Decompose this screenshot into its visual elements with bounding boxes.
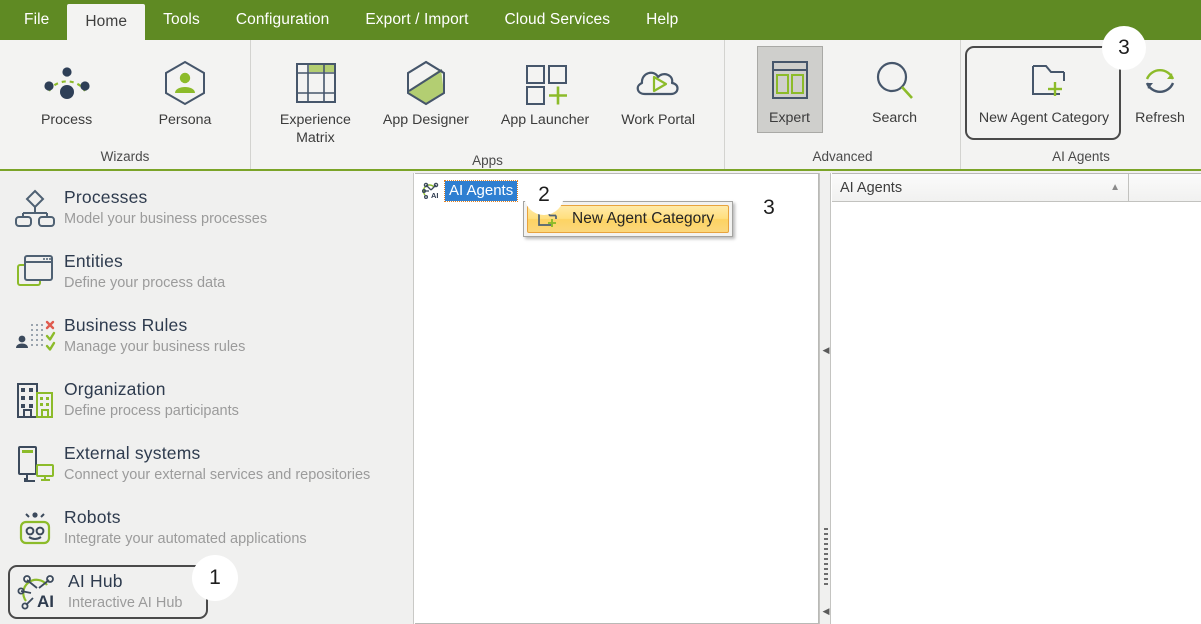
process-wizard-icon (39, 57, 95, 109)
organization-icon (12, 378, 58, 422)
sidebar-item-entities-subtitle: Define your process data (64, 274, 226, 291)
experience-matrix-icon (289, 57, 341, 109)
svg-text:AI: AI (431, 191, 439, 200)
menu-tab-file[interactable]: File (6, 0, 67, 40)
sidebar-item-processes-subtitle: Model your business processes (64, 210, 268, 227)
ribbon-group-wizards: Process Persona Wizards (0, 40, 250, 169)
ribbon-toolbar: Process Persona Wizards Experience Matri… (0, 40, 1201, 171)
application-window: File Home Tools Configuration Export / I… (0, 0, 1201, 624)
sidebar-item-ai-hub-subtitle: Interactive AI Hub (68, 595, 183, 612)
ribbon-group-apps: Experience Matrix App Designer App Launc… (250, 40, 724, 169)
grid-column-ai-agents[interactable]: AI Agents ▲ (832, 174, 1129, 201)
business-rules-icon (12, 314, 58, 358)
grid-header-row: AI Agents ▲ (832, 174, 1201, 202)
ribbon-group-label-wizards: Wizards (100, 149, 150, 164)
processes-icon (12, 186, 58, 230)
sidebar-item-ai-hub-title: AI Hub (68, 571, 123, 592)
sidebar-item-organization-title: Organization (64, 379, 166, 399)
app-designer-button[interactable]: App Designer (375, 48, 477, 135)
ribbon-group-ai-agents: New Agent Category Refresh AI Agents (960, 40, 1201, 169)
app-designer-icon (401, 57, 451, 109)
work-portal-icon (630, 57, 686, 109)
splitter-grip[interactable] (824, 528, 828, 588)
sidebar-item-external-systems[interactable]: External systems Connect your external s… (0, 437, 413, 501)
sidebar-item-external-systems-subtitle: Connect your external services and repos… (64, 466, 371, 483)
refresh-button-label: Refresh (1135, 110, 1185, 126)
grid-column-ai-agents-label: AI Agents (840, 179, 903, 196)
sidebar-item-robots-subtitle: Integrate your automated applications (64, 530, 307, 547)
menu-tab-export-import[interactable]: Export / Import (347, 0, 486, 40)
work-portal-button[interactable]: Work Portal (613, 48, 703, 135)
app-designer-button-label: App Designer (382, 112, 469, 128)
entities-icon (12, 250, 58, 294)
new-agent-category-button[interactable]: New Agent Category (969, 46, 1119, 133)
sidebar-item-external-systems-title: External systems (64, 443, 201, 463)
svg-text:AI: AI (37, 592, 54, 611)
work-portal-button-label: Work Portal (621, 112, 696, 128)
expert-button[interactable]: Expert (756, 46, 823, 133)
experience-matrix-button-label: Experience Matrix (279, 112, 351, 146)
splitter-collapse-arrow-bottom[interactable]: ◀ (821, 606, 831, 616)
process-button-label: Process (40, 112, 93, 128)
persona-icon (160, 57, 210, 109)
sort-ascending-icon: ▲ (1110, 182, 1120, 193)
expert-icon (765, 55, 815, 107)
search-button[interactable]: Search (861, 46, 929, 133)
menu-tab-help[interactable]: Help (628, 0, 696, 40)
annotation-badge-2: 2 (524, 175, 564, 215)
menu-tab-cloud-services[interactable]: Cloud Services (486, 0, 628, 40)
ribbon-group-advanced: Expert Search Advanced (724, 40, 960, 169)
sidebar-item-processes-title: Processes (64, 187, 148, 207)
persona-button-label: Persona (158, 112, 212, 128)
sidebar-item-entities[interactable]: Entities Define your process data (0, 245, 413, 309)
refresh-icon (1135, 55, 1185, 107)
menu-bar: File Home Tools Configuration Export / I… (0, 0, 1201, 40)
sidebar-item-processes[interactable]: Processes Model your business processes (0, 181, 413, 245)
menu-tab-home[interactable]: Home (67, 4, 146, 40)
annotation-badge-3-context-menu: 3 (748, 187, 790, 229)
new-agent-category-button-label: New Agent Category (978, 110, 1110, 126)
ai-agents-node-icon: AI (421, 182, 441, 200)
ribbon-group-label-apps: Apps (472, 152, 503, 168)
experience-matrix-button[interactable]: Experience Matrix (272, 48, 359, 153)
robots-icon (12, 506, 58, 550)
sidebar-item-ai-hub[interactable]: AI AI Hub Interactive AI Hub (8, 565, 208, 619)
app-launcher-button-label: App Launcher (500, 112, 590, 128)
search-button-label: Search (872, 110, 917, 126)
sidebar-item-business-rules-subtitle: Manage your business rules (64, 338, 246, 355)
ai-agents-tree-node[interactable]: AI AI Agents (421, 179, 519, 202)
ribbon-group-label-ai-agents: AI Agents (1052, 149, 1110, 164)
sidebar-item-entities-title: Entities (64, 251, 123, 271)
menu-tab-configuration[interactable]: Configuration (218, 0, 348, 40)
persona-button[interactable]: Persona (151, 48, 220, 135)
grid-column-empty[interactable] (1129, 174, 1201, 201)
expert-button-label: Expert (768, 110, 810, 126)
grid-body (832, 202, 1201, 624)
sidebar-item-business-rules-title: Business Rules (64, 315, 188, 335)
sidebar-item-organization[interactable]: Organization Define process participants (0, 373, 413, 437)
new-agent-category-icon (1016, 55, 1072, 107)
splitter-collapse-arrow-top[interactable]: ◀ (821, 345, 831, 355)
menu-tab-tools[interactable]: Tools (145, 0, 218, 40)
sidebar-item-robots-title: Robots (64, 507, 121, 527)
external-systems-icon (12, 442, 58, 486)
annotation-badge-3-ribbon: 3 (1102, 26, 1146, 70)
annotation-badge-1: 1 (192, 555, 238, 601)
ai-agents-tree-node-label: AI Agents (443, 179, 519, 202)
ai-hub-icon: AI (16, 570, 62, 614)
ai-agents-tree-panel: AI AI Agents New Agent Category (415, 173, 819, 624)
search-icon (869, 55, 921, 107)
work-area: Processes Model your business processes (0, 173, 1201, 624)
context-menu-item-label: New Agent Category (572, 210, 715, 227)
ai-agents-grid-panel: AI Agents ▲ (832, 173, 1201, 624)
panel-splitter[interactable]: ◀ ◀ (819, 173, 831, 624)
app-launcher-icon (519, 57, 571, 109)
process-button[interactable]: Process (31, 48, 103, 135)
sidebar-item-organization-subtitle: Define process participants (64, 402, 239, 419)
sidebar-item-business-rules[interactable]: Business Rules Manage your business rule… (0, 309, 413, 373)
app-launcher-button[interactable]: App Launcher (493, 48, 597, 135)
ribbon-group-label-advanced: Advanced (812, 149, 873, 164)
